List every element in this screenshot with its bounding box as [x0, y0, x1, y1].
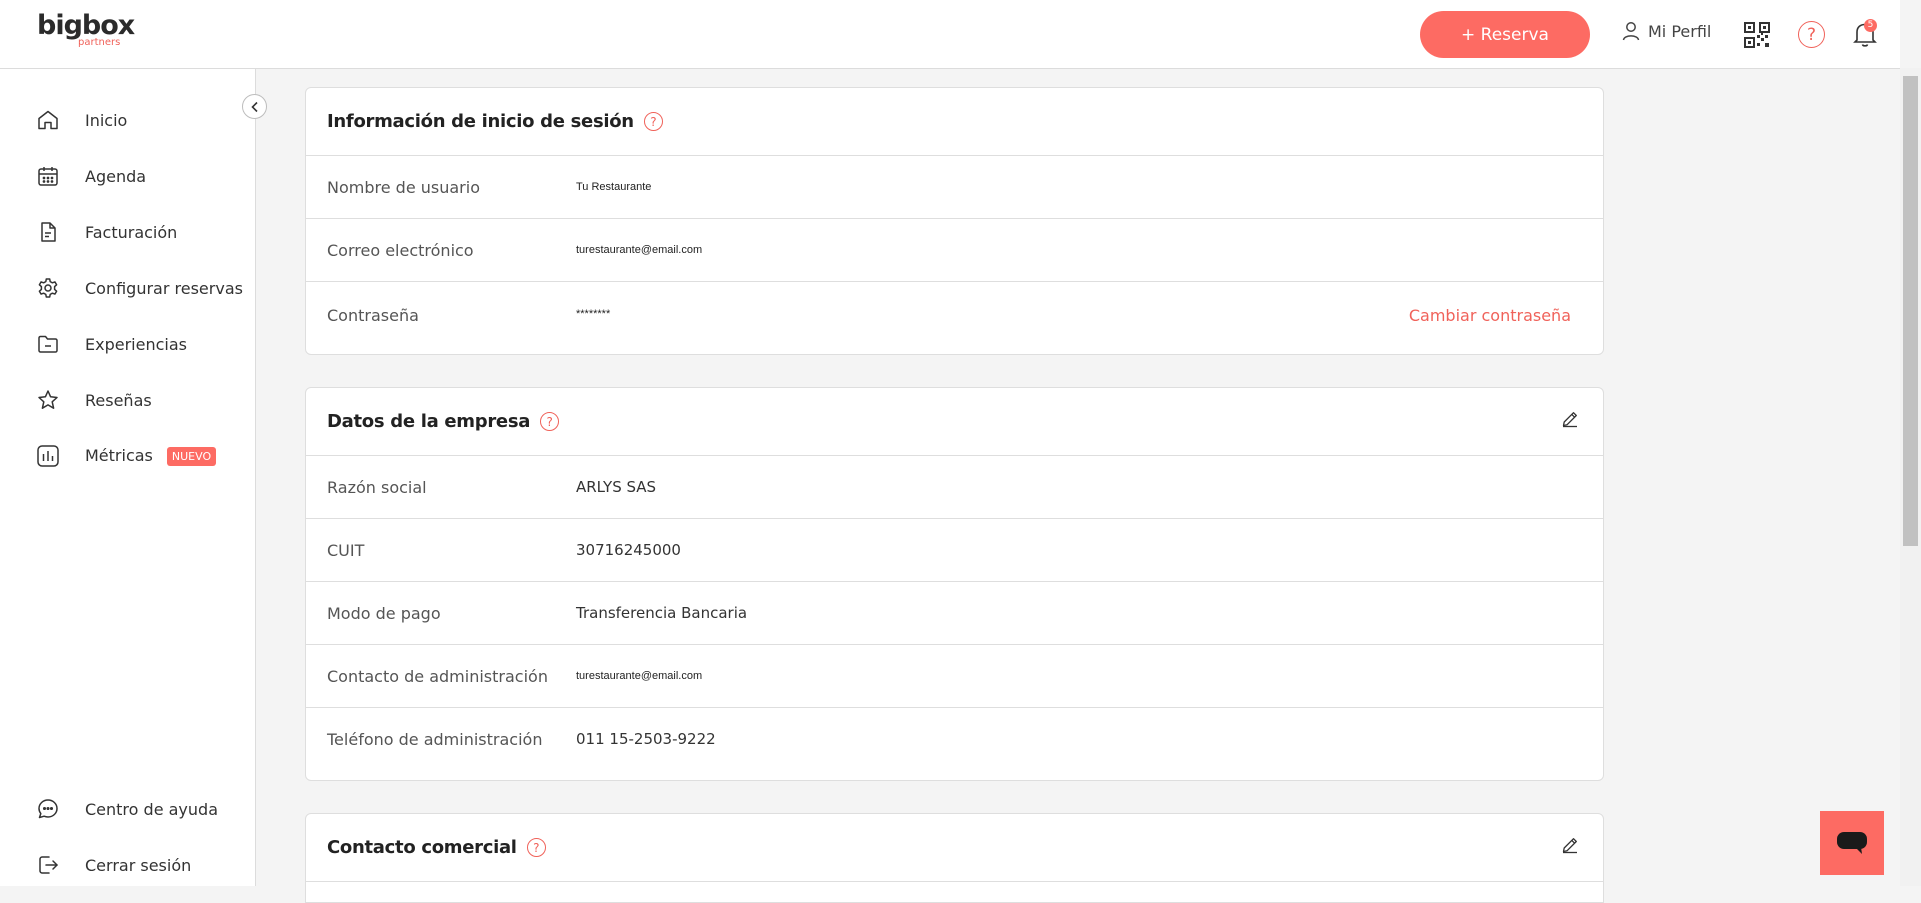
help-icon[interactable]: ? — [1798, 21, 1825, 48]
sidebar-item-agenda[interactable]: Agenda — [36, 162, 146, 190]
sidebar-item-label: Configurar reservas — [85, 278, 243, 298]
row-label: Contacto de administración — [327, 667, 548, 686]
info-row: CUIT 30716245000 — [306, 519, 1603, 582]
row-label: Nombre de usuario — [327, 178, 480, 197]
pencil-icon[interactable] — [1561, 410, 1579, 428]
card-title: Contacto comercial? — [327, 837, 546, 858]
bar-chart-icon — [37, 445, 59, 467]
sidebar-item-metricas[interactable]: Métricas NUEVO — [36, 442, 217, 470]
sidebar-item-label: Cerrar sesión — [85, 855, 192, 875]
sidebar-item-cerrar-sesion[interactable]: Cerrar sesión — [36, 851, 191, 879]
info-row: Razón social ARLYS SAS — [306, 456, 1603, 519]
scrollbar-thumb[interactable] — [1903, 76, 1918, 546]
logo-text: bigbox — [37, 10, 135, 41]
chat-bubble-icon — [38, 799, 58, 819]
sidebar-item-centro-de-ayuda[interactable]: Centro de ayuda — [36, 795, 218, 823]
notification-badge: 5 — [1864, 19, 1877, 32]
chat-widget-button[interactable] — [1820, 811, 1884, 875]
help-icon[interactable]: ? — [526, 838, 546, 857]
sidebar-item-configurar-reservas[interactable]: Configurar reservas — [36, 274, 243, 302]
sidebar-item-resenas[interactable]: Reseñas — [36, 386, 152, 414]
card-header: Datos de la empresa? — [306, 388, 1603, 456]
card-title-text: Información de inicio de sesión — [327, 111, 634, 132]
info-row: Contraseña ******** Cambiar contraseña — [306, 282, 1603, 354]
row-label: Contraseña — [327, 306, 419, 325]
row-value: ARLYS SAS — [576, 478, 657, 496]
row-label: Modo de pago — [327, 604, 441, 623]
brand-logo[interactable]: bigbox partners — [37, 10, 135, 48]
document-icon — [41, 222, 56, 242]
sidebar-item-inicio[interactable]: Inicio — [36, 106, 127, 134]
user-icon — [1622, 22, 1640, 41]
row-label: Correo electrónico — [327, 241, 474, 260]
logo-subtext: partners — [78, 37, 121, 48]
sidebar-item-experiencias[interactable]: Experiencias — [36, 330, 187, 358]
row-label: Razón social — [327, 478, 427, 497]
change-password-link[interactable]: Cambiar contraseña — [1409, 306, 1571, 325]
info-row: Correo electrónico turestaurante@email.c… — [306, 219, 1603, 282]
sidebar-item-label: Métricas NUEVO — [85, 445, 217, 467]
sidebar-item-label: Reseñas — [85, 390, 152, 410]
sidebar: Inicio Agenda Facturación Configurar res… — [0, 69, 256, 886]
row-value: 30716245000 — [576, 541, 681, 559]
chevron-left-icon — [250, 101, 258, 112]
row-label: Teléfono de administración — [327, 730, 543, 749]
password-value: ******** — [576, 308, 611, 320]
row-value: 011 15-2503-9222 — [576, 730, 716, 748]
sidebar-item-label: Experiencias — [85, 334, 187, 354]
profile-link[interactable]: Mi Perfil — [1622, 21, 1711, 41]
info-row: Nombre de usuario Tu Restaurante — [306, 156, 1603, 219]
folder-icon — [38, 335, 58, 353]
qr-code-icon[interactable] — [1744, 22, 1770, 48]
home-icon — [38, 110, 58, 130]
card-title: Información de inicio de sesión? — [327, 111, 663, 132]
help-icon[interactable]: ? — [540, 412, 560, 431]
sidebar-item-label: Agenda — [85, 166, 147, 186]
login-info-card: Información de inicio de sesión? Nombre … — [305, 87, 1604, 355]
new-badge: NUEVO — [166, 446, 217, 466]
help-icon[interactable]: ? — [643, 112, 663, 131]
email-value: turestaurante@email.com — [576, 244, 703, 256]
card-title-text: Contacto comercial — [327, 837, 517, 858]
collapse-sidebar-button[interactable] — [242, 94, 267, 119]
pencil-icon[interactable] — [1561, 836, 1579, 854]
sidebar-item-label: Centro de ayuda — [85, 799, 218, 819]
card-title: Datos de la empresa? — [327, 411, 560, 432]
commercial-contact-card: Contacto comercial? — [305, 813, 1604, 903]
logout-icon — [39, 856, 58, 874]
sidebar-item-label: Inicio — [85, 110, 128, 130]
row-label: CUIT — [327, 541, 365, 560]
username-value: Tu Restaurante — [576, 181, 652, 193]
sidebar-item-facturacion[interactable]: Facturación — [36, 218, 177, 246]
top-bar: bigbox partners + Reserva Mi Perfil ? 5 — [0, 0, 1900, 69]
row-value: Transferencia Bancaria — [576, 604, 748, 622]
card-header: Contacto comercial? — [306, 814, 1603, 882]
profile-label: Mi Perfil — [1648, 21, 1712, 41]
company-data-card: Datos de la empresa? Razón social ARLYS … — [305, 387, 1604, 781]
card-header: Información de inicio de sesión? — [306, 88, 1603, 156]
star-icon — [38, 390, 58, 409]
sidebar-item-label-text: Métricas — [85, 445, 153, 465]
info-row: Modo de pago Transferencia Bancaria — [306, 582, 1603, 645]
new-reservation-button[interactable]: + Reserva — [1420, 11, 1590, 58]
gear-icon — [38, 278, 58, 298]
info-row: Teléfono de administración 011 15-2503-9… — [306, 708, 1603, 770]
chat-icon — [1837, 832, 1867, 854]
sidebar-item-label: Facturación — [85, 222, 178, 242]
card-title-text: Datos de la empresa — [327, 411, 531, 432]
calendar-icon — [38, 167, 58, 186]
info-row: Contacto de administración turestaurante… — [306, 645, 1603, 708]
row-value: turestaurante@email.com — [576, 670, 703, 682]
